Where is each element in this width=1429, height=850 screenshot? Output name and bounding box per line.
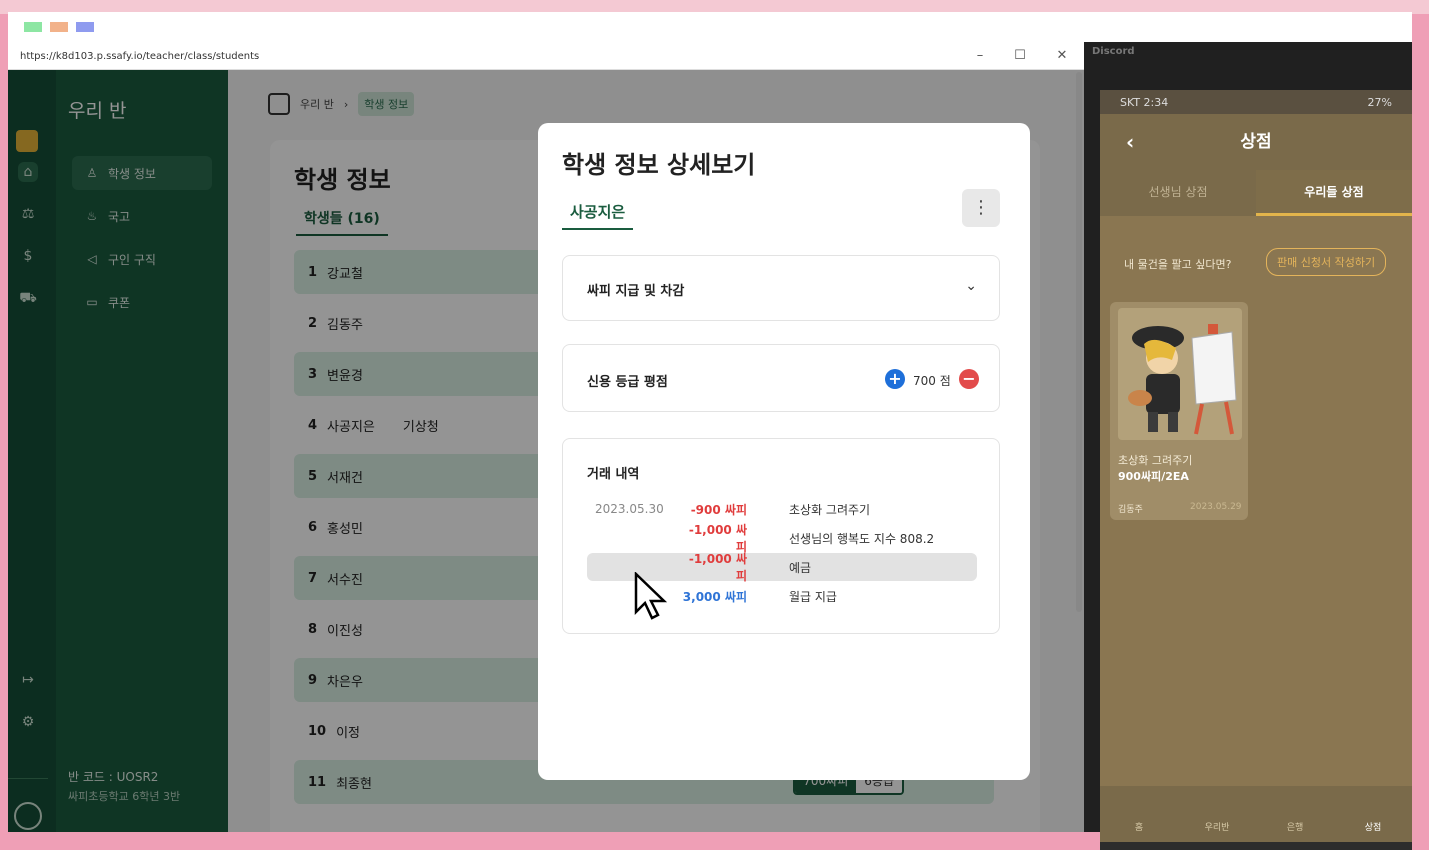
table-row: -1,000 싸피 선생님의 행복도 지수 808.2 bbox=[587, 523, 977, 554]
sell-prompt: 내 물건을 팔고 싶다면? bbox=[1124, 258, 1232, 271]
discord-title: Discord bbox=[1092, 46, 1135, 57]
product-card[interactable]: 초상화 그려주기 900싸피/2EA 김동주 2023.05.29 bbox=[1110, 302, 1248, 520]
tx-description: 선생님의 행복도 지수 808.2 bbox=[789, 531, 935, 546]
phone-title: 상점 bbox=[1240, 132, 1272, 152]
tx-description: 초상화 그려주기 bbox=[789, 502, 871, 517]
tx-description: 월급 지급 bbox=[789, 589, 837, 604]
sell-request-button[interactable]: 판매 신청서 작성하기 bbox=[1266, 248, 1387, 276]
credit-score: 700 점 bbox=[913, 374, 951, 388]
close-button[interactable]: ✕ bbox=[1052, 48, 1072, 63]
tx-date: 2023.05.30 bbox=[595, 502, 664, 516]
tx-amount: -900 싸피 bbox=[690, 502, 747, 517]
status-bar: SKT 2:34 27% bbox=[1100, 90, 1412, 114]
discord-window: Discord SKT 2:34 27% ‹ 상점 선생님 상점 우리들 상점 … bbox=[1084, 42, 1412, 850]
product-image bbox=[1118, 308, 1242, 440]
swatch-blue bbox=[76, 22, 94, 32]
section-label: 신용 등급 평점 bbox=[587, 375, 668, 390]
recents-icon[interactable]: ||| bbox=[1147, 842, 1161, 850]
address-bar[interactable]: https://k8d103.p.ssafy.io/teacher/class/… bbox=[8, 42, 1084, 70]
product-name: 초상화 그려주기 bbox=[1118, 454, 1193, 467]
plus-icon[interactable]: + bbox=[885, 369, 905, 389]
home-button-icon[interactable]: ▢ bbox=[1254, 842, 1267, 850]
back-icon[interactable]: ‹ bbox=[1126, 114, 1134, 170]
tx-amount: -1,000 싸피 bbox=[688, 552, 747, 583]
tab-teacher-store[interactable]: 선생님 상점 bbox=[1100, 170, 1256, 216]
swatch-orange bbox=[50, 22, 68, 32]
tx-amount: 3,000 싸피 bbox=[682, 589, 747, 604]
payment-section[interactable]: 싸피 지급 및 차감 ⌄ bbox=[562, 255, 1000, 321]
mouse-cursor-icon bbox=[634, 572, 668, 620]
phone-screen: SKT 2:34 27% ‹ 상점 선생님 상점 우리들 상점 내 물건을 팔고… bbox=[1100, 90, 1412, 850]
section-label: 싸피 지급 및 차감 bbox=[587, 284, 685, 299]
tab-our-store[interactable]: 우리들 상점 bbox=[1256, 170, 1412, 216]
nav-home[interactable]: 홈 bbox=[1100, 786, 1178, 842]
tab-student-name[interactable]: 사공지은 bbox=[562, 201, 634, 230]
status-battery: 27% bbox=[1367, 96, 1392, 109]
phone-header: ‹ 상점 bbox=[1100, 114, 1412, 170]
status-time: SKT 2:34 bbox=[1120, 96, 1169, 109]
product-price: 900싸피/2EA bbox=[1118, 470, 1189, 483]
nav-store[interactable]: 상점 bbox=[1334, 786, 1412, 842]
modal-title: 학생 정보 상세보기 bbox=[562, 151, 756, 179]
bottom-nav: 홈 우리반 은행 상점 bbox=[1100, 786, 1412, 842]
nav-our-class[interactable]: 우리반 bbox=[1178, 786, 1256, 842]
chevron-down-icon[interactable]: ⌄ bbox=[965, 278, 977, 294]
painter-illustration bbox=[1128, 324, 1237, 435]
minus-icon[interactable]: − bbox=[959, 369, 979, 389]
system-nav: ||| ▢ ‹ bbox=[1100, 842, 1412, 850]
tx-description: 예금 bbox=[789, 560, 812, 575]
product-date: 2023.05.29 bbox=[1190, 502, 1242, 512]
nav-bank[interactable]: 은행 bbox=[1256, 786, 1334, 842]
color-swatches bbox=[8, 12, 1412, 42]
student-detail-modal: 학생 정보 상세보기 사공지은 ⋮ 싸피 지급 및 차감 ⌄ 신용 등급 평점 … bbox=[538, 123, 1030, 780]
scrollbar[interactable] bbox=[1076, 72, 1082, 612]
history-section: 거래 내역 2023.05.30 -900 싸피 초상화 그려주기 -1,000 싸… bbox=[562, 438, 1000, 634]
url-text: https://k8d103.p.ssafy.io/teacher/class/… bbox=[20, 51, 260, 62]
store-body: 내 물건을 팔고 싶다면? 판매 신청서 작성하기 초상화 그려주기 900싸피… bbox=[1100, 216, 1412, 786]
section-label: 거래 내역 bbox=[587, 467, 640, 482]
more-options-button[interactable]: ⋮ bbox=[962, 189, 1000, 227]
maximize-button[interactable]: ☐ bbox=[1010, 48, 1030, 63]
browser-window: https://k8d103.p.ssafy.io/teacher/class/… bbox=[8, 42, 1084, 832]
minimize-button[interactable]: – bbox=[970, 48, 990, 63]
credit-section: 신용 등급 평점 + 700 점 − bbox=[562, 344, 1000, 412]
back-nav-icon[interactable]: ‹ bbox=[1360, 842, 1366, 850]
table-row: 2023.05.30 -900 싸피 초상화 그려주기 bbox=[587, 495, 977, 523]
product-seller: 김동주 bbox=[1118, 505, 1143, 515]
store-tabs: 선생님 상점 우리들 상점 bbox=[1100, 170, 1412, 216]
swatch-green bbox=[24, 22, 42, 32]
